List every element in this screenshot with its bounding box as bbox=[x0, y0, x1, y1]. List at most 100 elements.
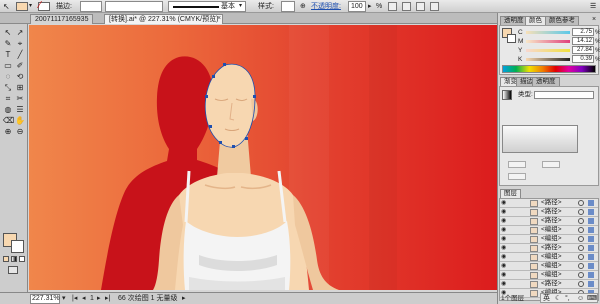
selection-square-icon[interactable] bbox=[588, 254, 594, 260]
layer-name[interactable]: <路径> bbox=[541, 199, 562, 207]
eye-icon[interactable]: ◉ bbox=[501, 227, 507, 233]
selection-arrow-icon[interactable]: ↖ bbox=[3, 2, 10, 11]
column-graph-tool-icon[interactable]: ☰ bbox=[15, 105, 25, 115]
page-last-icon[interactable]: ▸| bbox=[105, 295, 110, 303]
rotate-tool-icon[interactable]: ⟲ bbox=[15, 72, 25, 82]
zoom-in-tool-icon[interactable]: ⊕ bbox=[3, 127, 13, 137]
page-prev-icon[interactable]: ◂ bbox=[82, 295, 86, 303]
target-circle-icon[interactable] bbox=[578, 263, 584, 269]
layer-row[interactable]: ◉ <编组> bbox=[500, 253, 598, 262]
hand-tool-icon[interactable]: ✋ bbox=[15, 116, 25, 126]
align-icon[interactable] bbox=[402, 2, 411, 11]
target-circle-icon[interactable] bbox=[578, 200, 584, 206]
gradient-type-dropdown[interactable] bbox=[534, 91, 594, 99]
symbol-sprayer-tool-icon[interactable]: ◍ bbox=[3, 105, 13, 115]
stroke-preview-swatch[interactable] bbox=[507, 34, 516, 43]
layer-name[interactable]: <路径> bbox=[541, 280, 562, 288]
selection-square-icon[interactable] bbox=[588, 236, 594, 242]
layer-name[interactable]: <路径> bbox=[541, 208, 562, 216]
eye-icon[interactable]: ◉ bbox=[501, 209, 507, 215]
isolate-icon[interactable] bbox=[430, 2, 439, 11]
target-circle-icon[interactable] bbox=[578, 227, 584, 233]
target-circle-icon[interactable] bbox=[578, 209, 584, 215]
selection-square-icon[interactable] bbox=[588, 281, 594, 287]
screen-mode-icon[interactable] bbox=[8, 266, 18, 274]
layer-row[interactable]: ◉ <路径> bbox=[500, 217, 598, 226]
warp-tool-icon[interactable]: ⊞ bbox=[15, 83, 25, 93]
layer-row[interactable]: ◉ <路径> bbox=[500, 208, 598, 217]
target-circle-icon[interactable] bbox=[578, 254, 584, 260]
panel-close-icon[interactable]: × bbox=[592, 16, 596, 24]
selection-square-icon[interactable] bbox=[588, 200, 594, 206]
document-setup-icon[interactable] bbox=[388, 2, 397, 11]
gradient-location-field[interactable] bbox=[508, 173, 526, 180]
layer-name[interactable]: <路径> bbox=[541, 244, 562, 252]
moon-icon[interactable]: ☾ bbox=[555, 294, 561, 303]
pen-tool-icon[interactable]: ✎ bbox=[3, 39, 13, 49]
document-tab-2[interactable]: [转换].ai* @ 227.31% (CMYK/预览) bbox=[104, 14, 224, 24]
stroke-weight-field[interactable] bbox=[80, 1, 102, 12]
scale-tool-icon[interactable]: ⤡ bbox=[3, 83, 13, 93]
line-tool-icon[interactable]: ╱ bbox=[15, 50, 25, 60]
grid-tool-icon[interactable]: ⌗ bbox=[3, 94, 13, 104]
layer-name[interactable]: <编组> bbox=[541, 226, 562, 234]
layer-row[interactable]: ◉ <编组> bbox=[500, 271, 598, 280]
layer-row[interactable]: ◉ <编组> bbox=[500, 235, 598, 244]
anchor-tool-icon[interactable]: ⌖ bbox=[15, 39, 25, 49]
eye-icon[interactable]: ◉ bbox=[501, 245, 507, 251]
scissors-tool-icon[interactable]: ✂ bbox=[15, 94, 25, 104]
selection-square-icon[interactable] bbox=[588, 272, 594, 278]
opacity-link[interactable]: 不透明度: bbox=[311, 2, 341, 11]
comma-icon[interactable]: °, bbox=[565, 294, 570, 303]
black-slider[interactable] bbox=[526, 58, 570, 61]
style-dropdown[interactable] bbox=[281, 1, 295, 12]
fill-color-swatch[interactable] bbox=[16, 2, 28, 11]
color-value-y[interactable]: 27.84 bbox=[572, 46, 594, 54]
eye-icon[interactable]: ◉ bbox=[501, 272, 507, 278]
link-icon[interactable]: ⊕ bbox=[300, 2, 306, 11]
eye-icon[interactable]: ◉ bbox=[501, 254, 507, 260]
gradient-angle-field[interactable] bbox=[508, 161, 526, 168]
document-tab-1[interactable]: 20071117165935 bbox=[30, 14, 94, 24]
yellow-slider[interactable] bbox=[526, 49, 570, 52]
layer-name[interactable]: <路径> bbox=[541, 217, 562, 225]
gradient-preview[interactable] bbox=[502, 125, 578, 153]
page-number[interactable]: 1 bbox=[90, 295, 94, 303]
zoom-dropdown-icon[interactable]: ▾ bbox=[62, 295, 66, 303]
smile-icon[interactable]: ☺ bbox=[577, 294, 584, 303]
layer-name[interactable]: <编组> bbox=[541, 262, 562, 270]
status-menu-icon[interactable]: ▸ bbox=[182, 295, 186, 303]
eraser-tool-icon[interactable]: ⌫ bbox=[3, 116, 14, 126]
panel-tab-transparency-2[interactable]: 透明度 bbox=[532, 77, 560, 86]
page-first-icon[interactable]: |◂ bbox=[72, 295, 77, 303]
selection-square-icon[interactable] bbox=[588, 263, 594, 269]
layer-row[interactable]: ◉ <路径> bbox=[500, 280, 598, 289]
layer-name[interactable]: <编组> bbox=[541, 235, 562, 243]
rectangle-tool-icon[interactable]: ▭ bbox=[3, 61, 13, 71]
fill-dropdown-icon[interactable]: ▾ bbox=[29, 2, 32, 11]
gradient-mode-icon[interactable] bbox=[11, 256, 17, 262]
selection-square-icon[interactable] bbox=[588, 227, 594, 233]
pencil-tool-icon[interactable]: ✐ bbox=[15, 61, 25, 71]
brush-dropdown-icon[interactable]: ▾ bbox=[239, 2, 242, 11]
zoom-out-tool-icon[interactable]: ⊖ bbox=[15, 127, 25, 137]
eye-icon[interactable]: ◉ bbox=[501, 200, 507, 206]
magenta-slider[interactable] bbox=[526, 40, 570, 43]
color-spectrum-bar[interactable] bbox=[502, 65, 596, 73]
selection-square-icon[interactable] bbox=[588, 218, 594, 224]
layer-row[interactable]: ◉ <路径> bbox=[500, 199, 598, 208]
target-circle-icon[interactable] bbox=[578, 218, 584, 224]
close-tab-icon[interactable]: × bbox=[217, 14, 221, 23]
target-circle-icon[interactable] bbox=[578, 272, 584, 278]
layer-name[interactable]: <编组> bbox=[541, 253, 562, 261]
none-mode-icon[interactable] bbox=[19, 256, 25, 262]
target-circle-icon[interactable] bbox=[578, 245, 584, 251]
layer-row[interactable]: ◉ <编组> bbox=[500, 262, 598, 271]
gradient-swatch[interactable] bbox=[502, 90, 512, 100]
selection-tool-icon[interactable]: ↖ bbox=[3, 28, 13, 38]
brush-definition-dropdown[interactable]: 基本 bbox=[168, 1, 246, 12]
panel-tab-color-guide[interactable]: 颜色参考 bbox=[545, 16, 579, 25]
cyan-slider[interactable] bbox=[526, 31, 570, 34]
gradient-ratio-field[interactable] bbox=[542, 161, 560, 168]
zoom-field[interactable]: 227.31% bbox=[30, 294, 60, 304]
